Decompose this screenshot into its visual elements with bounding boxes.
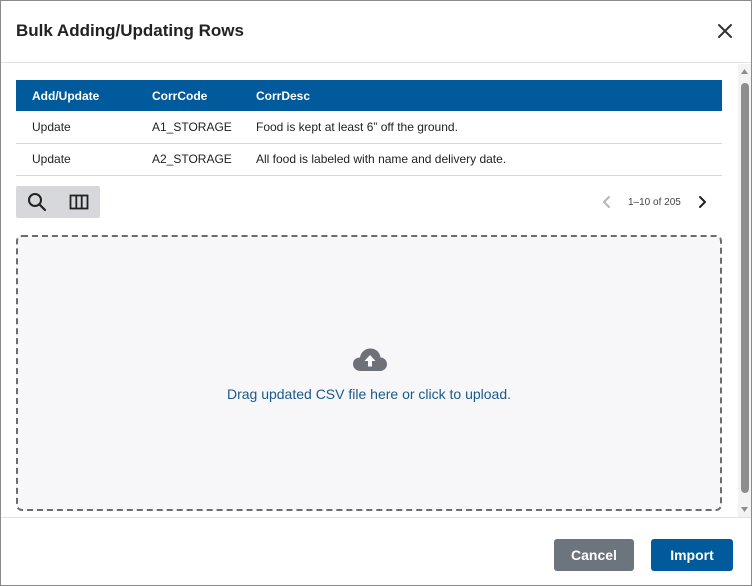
column-header-add-update[interactable]: Add/Update [16,80,136,111]
scroll-down-arrow-icon[interactable] [740,505,749,513]
search-button[interactable] [16,186,58,218]
dialog-title: Bulk Adding/Updating Rows [16,21,244,40]
search-icon [28,193,47,212]
import-button[interactable]: Import [651,539,733,571]
table-toolbar [16,186,100,218]
bulk-update-dialog: Bulk Adding/Updating Rows Add/Update Cor… [0,0,752,586]
cell-add-update: Update [16,143,136,176]
chevron-right-icon [699,196,706,208]
close-icon [718,24,732,38]
pager-next-button[interactable] [696,195,708,209]
pager-prev-button[interactable] [601,195,613,209]
columns-icon [69,194,89,210]
dialog-body: Add/Update CorrCode CorrDesc Update A1_S… [1,64,751,517]
cell-corrcode: A1_STORAGE [136,111,240,144]
cancel-button[interactable]: Cancel [554,539,634,571]
chevron-left-icon [603,196,610,208]
column-header-corrcode[interactable]: CorrCode [136,80,240,111]
rows-table: Add/Update CorrCode CorrDesc Update A1_S… [16,80,722,176]
scrollbar-thumb[interactable] [741,83,749,493]
table-row[interactable]: Update A2_STORAGE All food is labeled wi… [16,143,722,176]
dialog-footer: Cancel Import [1,517,751,585]
dropzone-text[interactable]: Drag updated CSV file here or click to u… [18,386,720,402]
cloud-upload-icon [353,348,387,371]
cell-corrdesc: Food is kept at least 6” off the ground. [240,111,722,144]
columns-button[interactable] [58,186,100,218]
close-button[interactable] [713,19,737,43]
dialog-header: Bulk Adding/Updating Rows [1,1,751,63]
cell-corrcode: A2_STORAGE [136,143,240,176]
pager-info: 1–10 of 205 [628,197,681,208]
table-header-row: Add/Update CorrCode CorrDesc [16,80,722,111]
table-row[interactable]: Update A1_STORAGE Food is kept at least … [16,111,722,144]
cell-corrdesc: All food is labeled with name and delive… [240,143,722,176]
scroll-up-arrow-icon[interactable] [740,68,749,76]
cell-add-update: Update [16,111,136,144]
vertical-scrollbar[interactable] [738,64,751,517]
column-header-corrdesc[interactable]: CorrDesc [240,80,722,111]
csv-dropzone[interactable]: Drag updated CSV file here or click to u… [16,235,722,511]
